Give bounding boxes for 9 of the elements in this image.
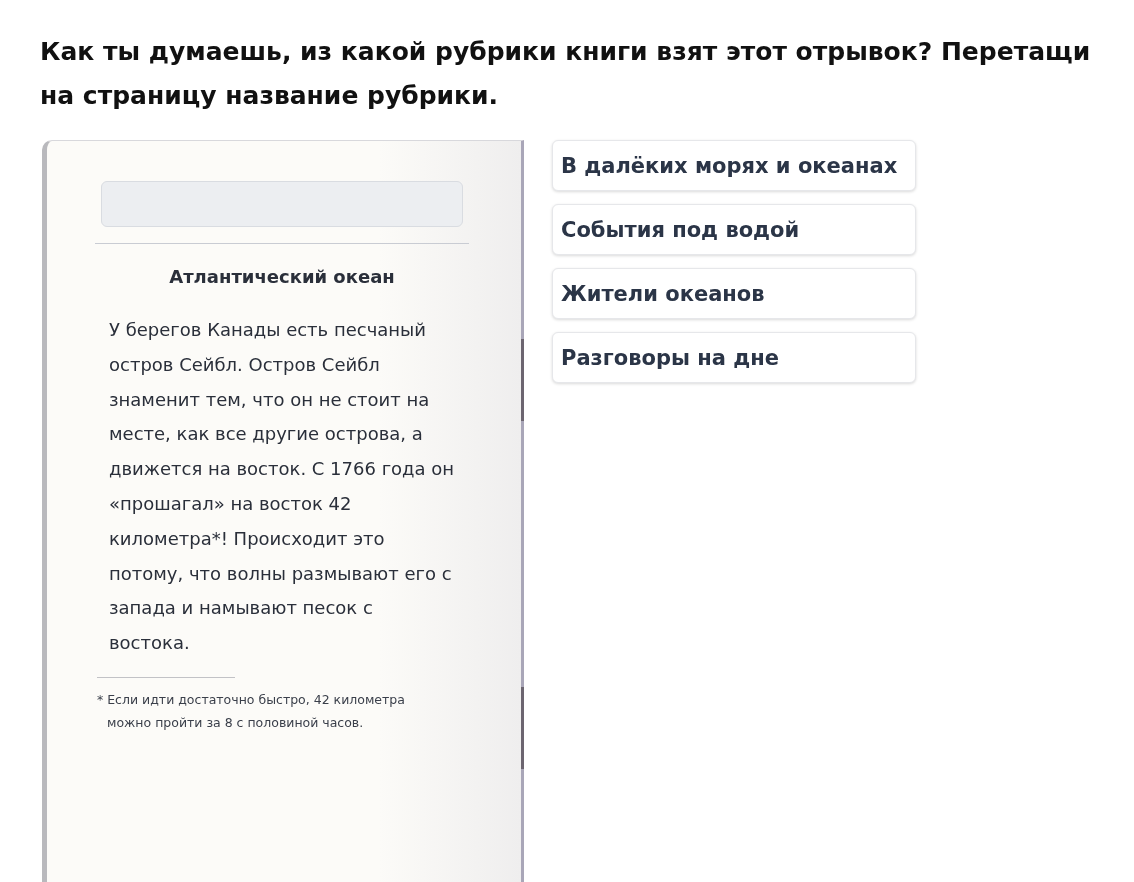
rubric-card[interactable]: События под водой bbox=[552, 204, 916, 255]
passage-text: У берегов Канады есть песчаный остров Сейбл. Остров Сейбл знаменит тем, что он не стоит на месте, как все другие острова, а движется на восток. С 1766 года он «прошагал» на восток 42 километра*! Происходит это потому, что волны размывают его с запада и намывают песок с востока. bbox=[109, 318, 456, 656]
rubric-card[interactable]: Разговоры на дне bbox=[552, 332, 916, 383]
footnote-text: * Если идти достаточно быстро, 42 километра можно пройти за 8 с половиной часов. bbox=[97, 690, 406, 732]
rubric-card[interactable]: Жители океанов bbox=[552, 268, 916, 319]
section-heading: Атлантический океан bbox=[168, 266, 396, 287]
question-text: Как ты думаешь, из какой рубрики книги взят этот отрывок? Перетащи на страницу название рубрики. bbox=[39, 36, 1092, 112]
rubric-card[interactable]: В далёких морях и океанах bbox=[552, 140, 916, 191]
drop-slot[interactable] bbox=[101, 181, 463, 227]
